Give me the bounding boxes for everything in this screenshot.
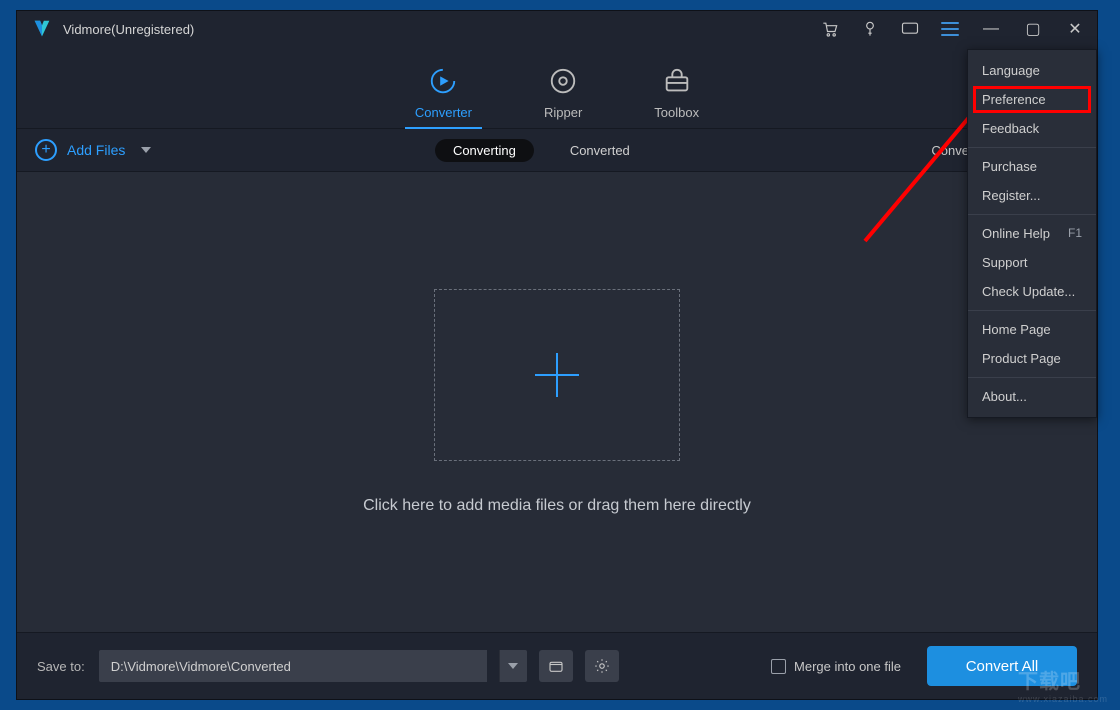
tab-ripper[interactable]: Ripper: [544, 65, 582, 128]
tab-converter[interactable]: Converter: [415, 65, 472, 128]
menu-online-help[interactable]: Online HelpF1: [968, 219, 1096, 248]
app-title: Vidmore(Unregistered): [63, 22, 194, 37]
menu-register[interactable]: Register...: [968, 181, 1096, 210]
app-logo-icon: [31, 18, 53, 40]
menu-check-update[interactable]: Check Update...: [968, 277, 1096, 306]
save-path-input[interactable]: [99, 650, 487, 682]
chevron-down-icon[interactable]: [141, 147, 151, 153]
menu-about[interactable]: About...: [968, 382, 1096, 411]
menu-separator: [968, 147, 1096, 148]
main-menu-dropdown: Language Preference Feedback Purchase Re…: [967, 49, 1097, 418]
add-files-label: Add Files: [67, 142, 125, 158]
menu-separator: [968, 377, 1096, 378]
main-tabs: Converter Ripper Toolbox: [17, 47, 1097, 129]
menu-product-page[interactable]: Product Page: [968, 344, 1096, 373]
drop-rect[interactable]: [434, 289, 680, 461]
drop-hint: Click here to add media files or drag th…: [363, 497, 751, 515]
open-folder-button[interactable]: [539, 650, 573, 682]
converter-icon: [427, 65, 459, 97]
menu-support[interactable]: Support: [968, 248, 1096, 277]
footer: Save to: Merge into one file Convert All: [17, 633, 1097, 699]
checkbox-icon: [771, 659, 786, 674]
titlebar: Vidmore(Unregistered) — ▢ ✕: [17, 11, 1097, 47]
merge-label: Merge into one file: [794, 659, 901, 674]
plus-circle-icon: [35, 139, 57, 161]
status-segment: Converting Converted: [435, 139, 648, 162]
minimize-button[interactable]: —: [977, 20, 1005, 38]
menu-separator: [968, 310, 1096, 311]
merge-checkbox[interactable]: Merge into one file: [771, 659, 901, 674]
menu-separator: [968, 214, 1096, 215]
menu-preference[interactable]: Preference: [974, 87, 1090, 112]
maximize-button[interactable]: ▢: [1019, 19, 1047, 39]
watermark: 下载吧 www.xiazaiba.com: [1018, 665, 1108, 704]
chat-icon[interactable]: [897, 16, 923, 42]
toolbar: Add Files Converting Converted Convert A…: [17, 129, 1097, 171]
drop-area[interactable]: Click here to add media files or drag th…: [17, 171, 1097, 633]
ripper-icon: [547, 65, 579, 97]
menu-home-page[interactable]: Home Page: [968, 315, 1096, 344]
menu-purchase[interactable]: Purchase: [968, 152, 1096, 181]
tab-label: Ripper: [544, 105, 582, 120]
key-icon[interactable]: [857, 16, 883, 42]
save-to-label: Save to:: [37, 659, 85, 674]
menu-icon[interactable]: [937, 16, 963, 42]
menu-language[interactable]: Language: [968, 56, 1096, 85]
plus-icon: [535, 353, 579, 397]
tab-label: Toolbox: [654, 105, 699, 120]
settings-button[interactable]: [585, 650, 619, 682]
app-window: Vidmore(Unregistered) — ▢ ✕ Con: [16, 10, 1098, 700]
tab-label: Converter: [415, 105, 472, 120]
tab-toolbox[interactable]: Toolbox: [654, 65, 699, 128]
cart-icon[interactable]: [817, 16, 843, 42]
segment-converting[interactable]: Converting: [435, 139, 534, 162]
add-files-button[interactable]: Add Files: [35, 139, 151, 161]
menu-feedback[interactable]: Feedback: [968, 114, 1096, 143]
toolbox-icon: [661, 65, 693, 97]
close-button[interactable]: ✕: [1061, 19, 1089, 39]
titlebar-controls: — ▢ ✕: [817, 16, 1089, 42]
segment-converted[interactable]: Converted: [552, 139, 648, 162]
save-path-dropdown[interactable]: [499, 650, 527, 682]
